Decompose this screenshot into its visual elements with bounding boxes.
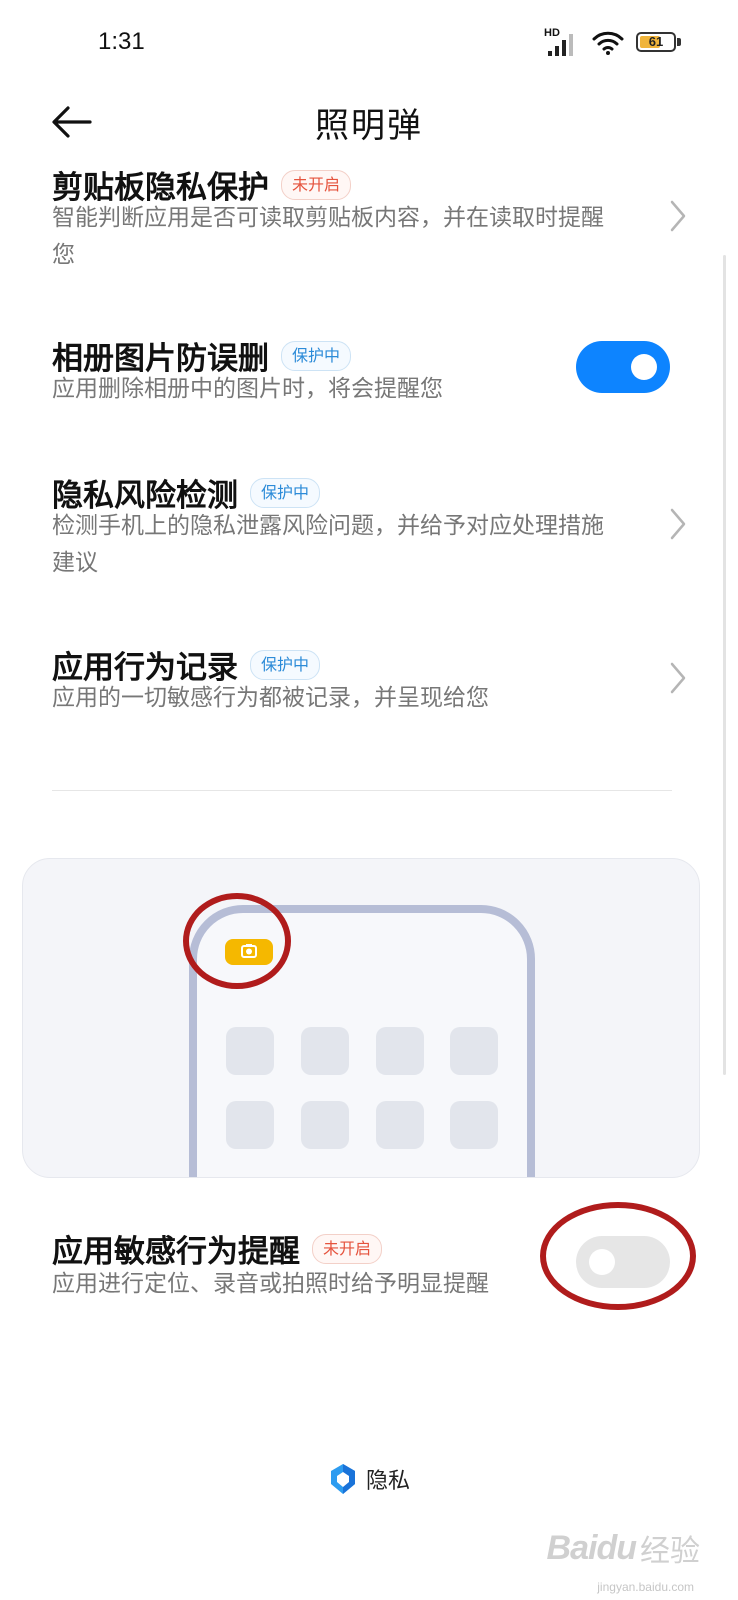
brand-name: 隐私 [365, 1469, 410, 1494]
watermark-text: 经验 [640, 1535, 700, 1568]
battery-level: 61 [648, 34, 664, 49]
setting-app-behavior-record[interactable]: 应用行为记录 保护中 应用的一切敏感行为都被记录，并呈现给您 [0, 642, 738, 722]
sensitive-reminder-toggle[interactable] [576, 1236, 670, 1288]
battery-icon: 61 [636, 32, 682, 54]
app-tile [376, 1101, 424, 1149]
camera-indicator [225, 939, 273, 965]
chevron-right-icon[interactable] [666, 196, 690, 236]
setting-description: 检测手机上的隐私泄露风险问题，并给予对应处理措施建议 [52, 513, 604, 576]
setting-description: 应用的一切敏感行为都被记录，并呈现给您 [52, 685, 489, 711]
chevron-right-icon[interactable] [666, 658, 690, 698]
watermark-logo: Baidu [546, 1528, 637, 1567]
watermark: Baidu 经验 [547, 1526, 700, 1570]
setting-description: 智能判断应用是否可读取剪贴板内容，并在读取时提醒您 [52, 205, 604, 268]
toggle-knob [631, 354, 657, 380]
status-icons: HD 61 [544, 26, 682, 60]
status-badge: 保护中 [250, 649, 321, 680]
setting-description: 应用删除相册中的图片时，将会提醒您 [52, 376, 443, 402]
page-title: 照明弹 [315, 106, 423, 146]
illustration-card [22, 858, 700, 1178]
footer-brand: 隐私 [0, 1462, 738, 1496]
status-badge: 未开启 [281, 169, 352, 200]
app-tile [450, 1101, 498, 1149]
app-tile [226, 1027, 274, 1075]
chevron-right-icon[interactable] [666, 504, 690, 544]
section-divider [52, 790, 672, 791]
setting-clipboard-privacy[interactable]: 剪贴板隐私保护 未开启 智能判断应用是否可读取剪贴板内容，并在读取时提醒您 [0, 162, 738, 277]
setting-sensitive-behavior-reminder[interactable]: 应用敏感行为提醒 未开启 应用进行定位、录音或拍照时给予明显提醒 [0, 1226, 738, 1306]
status-badge: 保护中 [250, 477, 321, 508]
status-badge: 未开启 [312, 1233, 383, 1264]
watermark-url: jingyan.baidu.com [597, 1580, 694, 1594]
signal-icon: HD [544, 27, 580, 57]
status-badge: 保护中 [281, 340, 352, 371]
status-time: 1:31 [98, 28, 145, 55]
app-tile [301, 1027, 349, 1075]
toggle-knob [589, 1249, 615, 1275]
wifi-icon [592, 30, 624, 56]
header: 照明弹 [0, 90, 738, 154]
app-tile [376, 1027, 424, 1075]
app-tile [450, 1027, 498, 1075]
status-bar: 1:31 HD 61 [0, 0, 738, 90]
setting-album-delete-protection[interactable]: 相册图片防误删 保护中 应用删除相册中的图片时，将会提醒您 [0, 333, 738, 413]
setting-privacy-risk-detection[interactable]: 隐私风险检测 保护中 检测手机上的隐私泄露风险问题，并给予对应处理措施建议 [0, 470, 738, 585]
setting-title: 应用敏感行为提醒 [52, 1234, 300, 1270]
app-tile [301, 1101, 349, 1149]
setting-description: 应用进行定位、录音或拍照时给予明显提醒 [52, 1271, 489, 1297]
album-protection-toggle[interactable] [576, 341, 670, 393]
privacy-shield-icon [330, 1464, 355, 1494]
camera-icon [241, 944, 257, 958]
app-tile [226, 1101, 274, 1149]
